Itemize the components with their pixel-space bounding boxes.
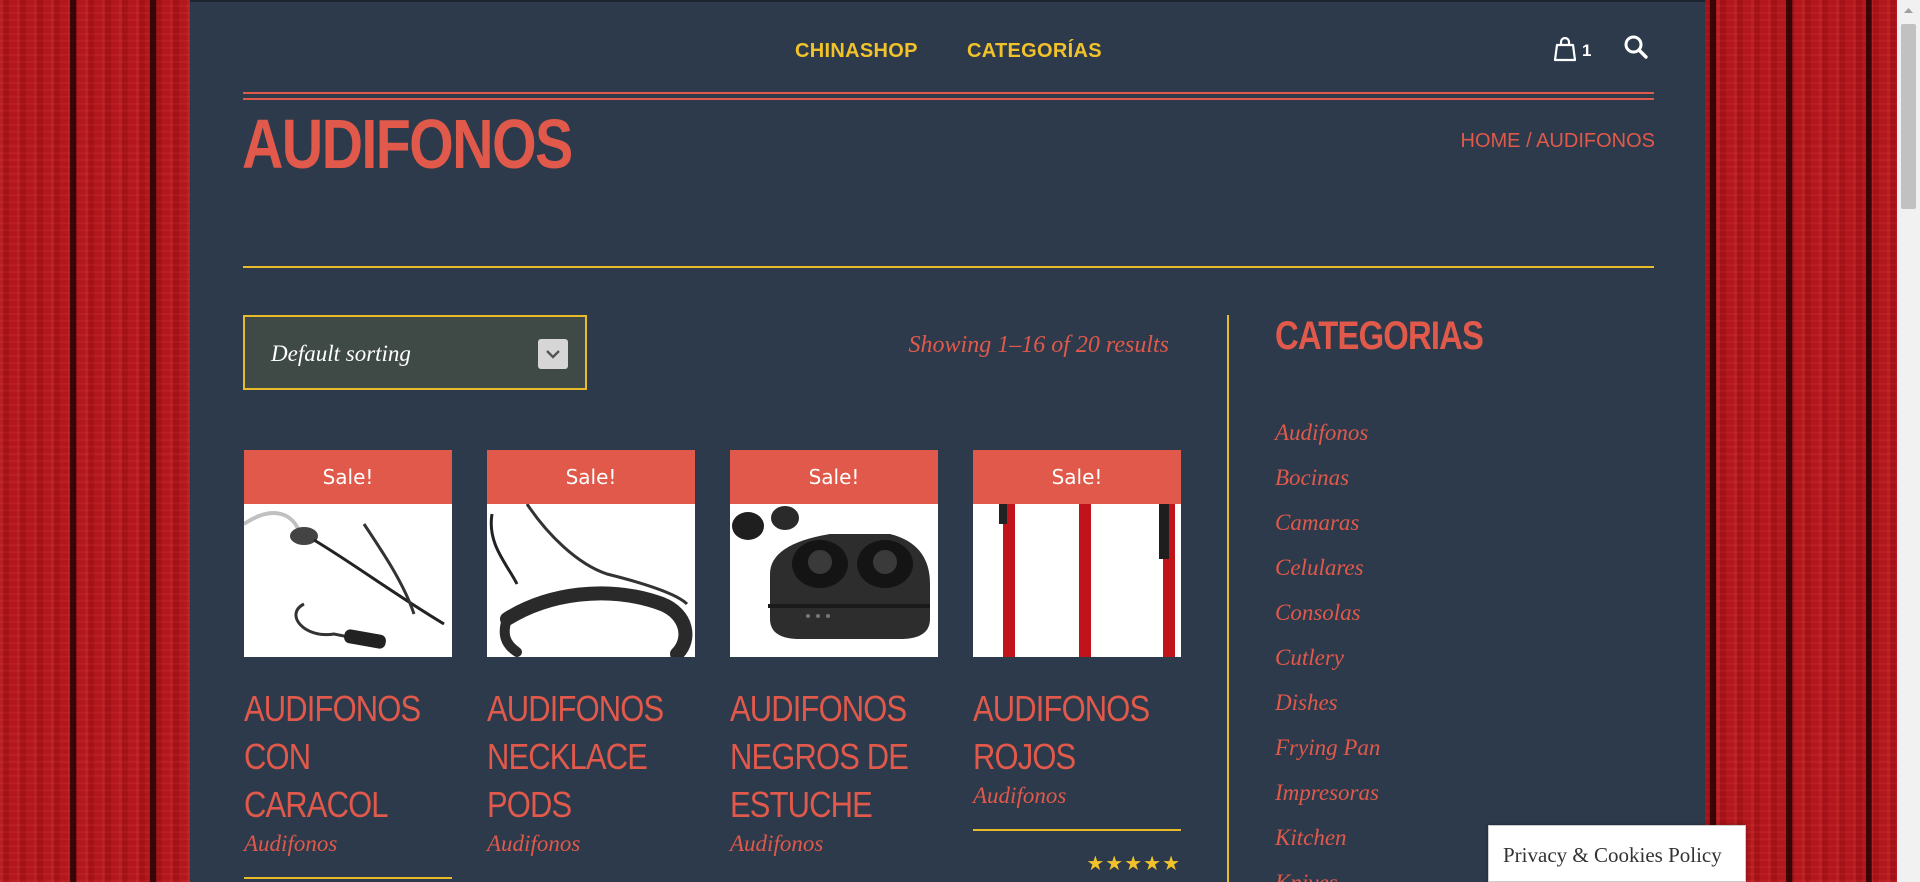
- category-link-kitchen[interactable]: Kitchen: [1275, 825, 1347, 850]
- category-link-impresoras[interactable]: Impresoras: [1275, 780, 1379, 805]
- earbuds-case-image[interactable]: [730, 504, 938, 657]
- category-link-bocinas[interactable]: Bocinas: [1275, 465, 1349, 490]
- privacy-cookies-button[interactable]: Privacy & Cookies Policy: [1488, 825, 1746, 882]
- title-divider: [243, 266, 1654, 268]
- sidebar-divider: [1227, 315, 1229, 882]
- page-title: AUDIFONOS: [242, 105, 573, 183]
- nav-link-chinashop[interactable]: CHINASHOP: [795, 40, 918, 63]
- category-link-cutlery[interactable]: Cutlery: [1275, 645, 1344, 670]
- red-earphones-image[interactable]: [973, 504, 1181, 657]
- breadcrumb-current: AUDIFONOS: [1536, 130, 1655, 152]
- product-category[interactable]: Audifonos: [730, 831, 938, 857]
- sorting-select[interactable]: Default sorting: [243, 315, 587, 390]
- sale-badge: Sale!: [730, 450, 938, 504]
- product-category[interactable]: Audifonos: [244, 831, 452, 857]
- category-link-frying-pan[interactable]: Frying Pan: [1275, 735, 1380, 760]
- category-link-audifonos[interactable]: Audifonos: [1275, 420, 1368, 445]
- results-count: Showing 1–16 of 20 results: [908, 332, 1169, 358]
- shopping-bag-icon: [1553, 36, 1577, 62]
- scrollbar-thumb[interactable]: [1901, 24, 1916, 209]
- sidebar-title: CATEGORIAS: [1275, 314, 1484, 358]
- search-button[interactable]: [1623, 34, 1653, 62]
- chevron-down-icon: [538, 339, 568, 369]
- product-category[interactable]: Audifonos: [973, 783, 1181, 809]
- star-rating: ★★★★★: [1086, 851, 1181, 875]
- main-container: CHINASHOP CATEGORÍAS 1 AUDIFONOS HOME / …: [190, 0, 1705, 882]
- product-title[interactable]: AUDIFONOS NECKLACE PODS: [487, 685, 693, 829]
- product-title[interactable]: AUDIFONOS CON CARACOL: [244, 685, 450, 829]
- category-link-camaras[interactable]: Camaras: [1275, 510, 1359, 535]
- breadcrumb: HOME / AUDIFONOS: [1461, 130, 1655, 153]
- nav-link-categorias[interactable]: CATEGORÍAS: [967, 40, 1102, 63]
- product-card[interactable]: Sale! AUDIFONOS NEGROS DE ESTUCHE Audifo…: [730, 450, 938, 857]
- header-rule-bottom: [243, 98, 1654, 100]
- category-link-celulares[interactable]: Celulares: [1275, 555, 1364, 580]
- breadcrumb-home[interactable]: HOME: [1461, 130, 1521, 152]
- category-link-dishes[interactable]: Dishes: [1275, 690, 1338, 715]
- neckband-earphones-image[interactable]: [487, 504, 695, 657]
- header-rule-top: [243, 92, 1654, 94]
- product-divider: [973, 829, 1181, 831]
- cart-count: 1: [1582, 41, 1592, 60]
- search-icon: [1624, 35, 1648, 59]
- sale-badge: Sale!: [973, 450, 1181, 504]
- category-link-consolas[interactable]: Consolas: [1275, 600, 1361, 625]
- product-title[interactable]: AUDIFONOS ROJOS: [973, 685, 1179, 781]
- product-category[interactable]: Audifonos: [487, 831, 695, 857]
- scroll-up-arrow-icon[interactable]: [1897, 0, 1920, 20]
- earbuds-remote-image[interactable]: [244, 504, 452, 657]
- product-card[interactable]: Sale! AUDIFONOS ROJOS Audifonos ★★★★★: [973, 450, 1181, 875]
- category-list: Audifonos Bocinas Camaras Celulares Cons…: [1275, 420, 1380, 882]
- product-card[interactable]: Sale! AUDIFONOS CON CARACOL Audifonos ★★…: [244, 450, 452, 882]
- product-title[interactable]: AUDIFONOS NEGROS DE ESTUCHE: [730, 685, 936, 829]
- product-divider: [244, 877, 452, 879]
- sorting-selected-value: Default sorting: [271, 341, 411, 366]
- sale-badge: Sale!: [244, 450, 452, 504]
- product-card[interactable]: Sale! AUDIFONOS NECKLACE PODS Audifonos: [487, 450, 695, 857]
- vertical-scrollbar[interactable]: [1897, 0, 1920, 882]
- sale-badge: Sale!: [487, 450, 695, 504]
- breadcrumb-separator: /: [1520, 130, 1537, 152]
- cart-button[interactable]: 1: [1553, 36, 1603, 64]
- category-link-knives[interactable]: Knives: [1275, 870, 1338, 882]
